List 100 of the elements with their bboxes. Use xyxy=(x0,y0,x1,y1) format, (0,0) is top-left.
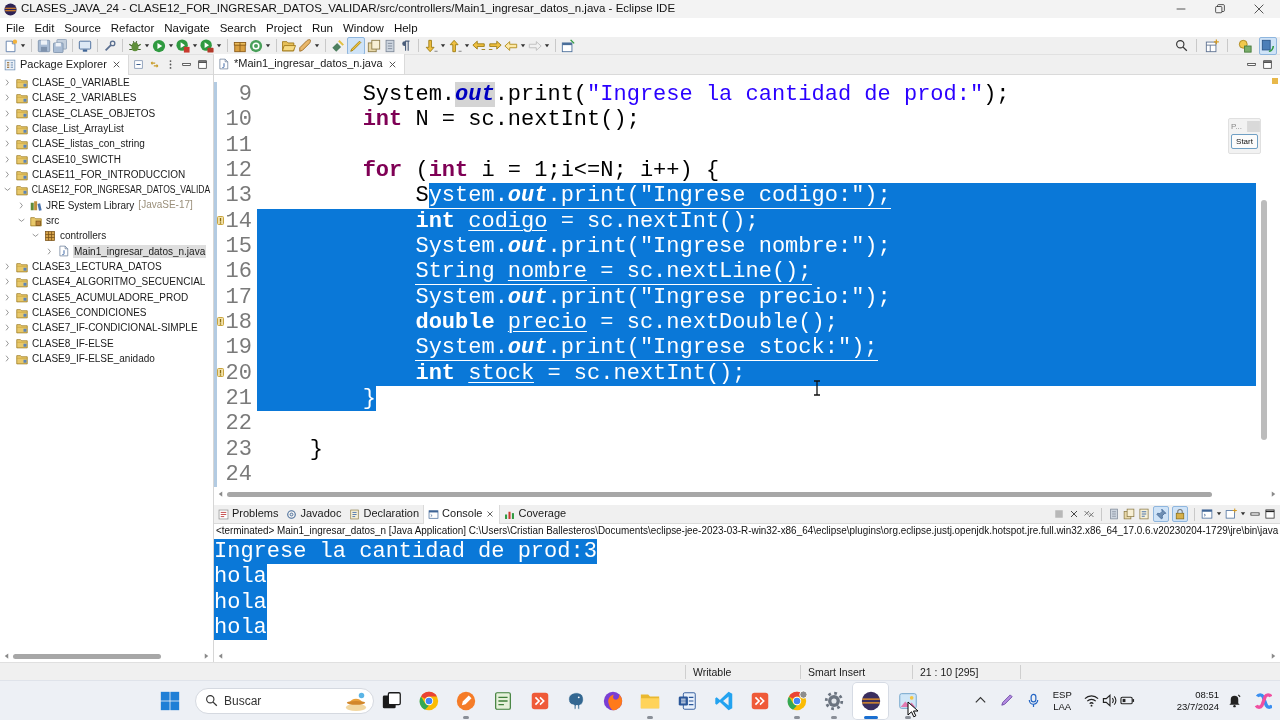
view-tab[interactable]: Package Explorer xyxy=(0,55,129,75)
editor-tab[interactable]: *Main1_ingresar_datos_n.java xyxy=(214,54,405,74)
tree-item-label[interactable]: Main1_ingresar_datos_n.java xyxy=(73,244,207,258)
panel-tab[interactable]: Console xyxy=(423,504,501,524)
chevron-right-icon[interactable] xyxy=(3,124,12,134)
tree-item-label[interactable]: CLASE_0_VARIABLE xyxy=(31,76,131,90)
chevron-right-icon[interactable] xyxy=(3,292,12,302)
maximize-icon[interactable] xyxy=(1264,508,1276,520)
tree-item-label[interactable]: CLASE9_IF-ELSE_anidado xyxy=(31,352,156,366)
chevron-right-icon[interactable] xyxy=(45,246,54,256)
chevron-right-icon[interactable] xyxy=(3,323,12,333)
bug-icon[interactable] xyxy=(128,38,142,53)
run-icon[interactable] xyxy=(152,38,166,53)
scroll-left-icon[interactable] xyxy=(3,651,10,661)
angled-ribbon-icon[interactable] xyxy=(712,689,735,712)
scrollbar-thumb[interactable] xyxy=(227,491,1212,497)
menu-item[interactable]: Source xyxy=(59,19,106,36)
circle-square-icon[interactable] xyxy=(1238,38,1252,53)
chevron-right-icon[interactable] xyxy=(17,200,26,210)
settings-icon[interactable] xyxy=(822,689,845,712)
panel-tab[interactable]: Problems xyxy=(214,504,283,524)
maximize-icon[interactable] xyxy=(197,59,208,70)
stylus-icon[interactable] xyxy=(998,693,1014,708)
restore-icon[interactable] xyxy=(1214,4,1225,14)
scrollbar-thumb[interactable] xyxy=(1261,200,1267,440)
tree-item-label[interactable]: CLASE_CLASE_OBJETOS xyxy=(31,106,157,120)
panel-tab[interactable]: Declaration xyxy=(345,504,424,524)
tree-item-label[interactable]: CLASE5_ACUMULADORE_PROD xyxy=(31,290,190,304)
tree-item-label[interactable]: CLASE6_CONDICIONES xyxy=(31,306,148,320)
chevron-right-icon[interactable] xyxy=(3,354,12,364)
keyboard-layout-label[interactable]: LAA xyxy=(1052,700,1072,713)
tree-item-label[interactable]: CLASE8_IF-ELSE xyxy=(31,336,115,350)
document-icon[interactable] xyxy=(1108,508,1120,520)
scroll-left-icon[interactable] xyxy=(217,489,224,499)
monitor-icon[interactable] xyxy=(1201,508,1213,520)
tricolor-circle-icon[interactable] xyxy=(418,689,441,712)
chevron-right-icon[interactable] xyxy=(3,277,12,287)
play-box-icon[interactable] xyxy=(176,38,190,53)
notification-bell-icon[interactable] xyxy=(1227,693,1242,708)
paragraph-mark-icon[interactable] xyxy=(399,38,413,53)
tree-item-label[interactable]: CLASE7_IF-CONDICIONAL-SIMPLE xyxy=(31,321,199,335)
scroll-right-icon[interactable] xyxy=(203,651,210,661)
tree-item-label[interactable]: JRE System Library xyxy=(45,198,136,212)
tricolor-circle-icon[interactable] xyxy=(786,689,809,712)
swirl-icon[interactable] xyxy=(1254,691,1272,710)
arrow-left-icon[interactable] xyxy=(472,38,486,53)
scroll-left-icon[interactable] xyxy=(217,651,224,661)
menu-item[interactable]: Refactor xyxy=(105,19,160,36)
ring-circle-icon[interactable] xyxy=(249,38,263,53)
menu-item[interactable]: Edit xyxy=(29,19,60,36)
menu-item[interactable]: Help xyxy=(388,19,423,36)
scroll-right-icon[interactable] xyxy=(1270,489,1277,499)
tree-item-label[interactable]: CLASE11_FOR_INTRODUCCION xyxy=(31,168,187,182)
arrow-up-icon[interactable] xyxy=(448,38,462,53)
menu-item[interactable]: Project xyxy=(261,19,307,36)
open-folder-icon[interactable] xyxy=(282,38,296,53)
new-file-icon[interactable] xyxy=(4,38,18,53)
menu-item[interactable]: File xyxy=(1,19,30,36)
scrollbar-thumb[interactable] xyxy=(13,653,161,659)
striped-globe-icon[interactable] xyxy=(859,689,882,712)
wifi-icon[interactable] xyxy=(1083,693,1099,708)
start-button[interactable]: Start xyxy=(1231,134,1258,149)
menu-item[interactable]: Search xyxy=(214,19,262,36)
chevron-right-icon[interactable] xyxy=(3,139,12,149)
panel-tab[interactable]: Javadoc xyxy=(282,504,346,524)
remove-icon[interactable] xyxy=(1068,508,1080,520)
chevron-right-icon[interactable] xyxy=(3,93,12,103)
language-label[interactable]: ESP xyxy=(1052,688,1072,701)
clock-time[interactable]: 08:51 xyxy=(1195,688,1219,701)
document-icon[interactable] xyxy=(383,38,397,53)
eraser-icon[interactable] xyxy=(331,38,345,53)
save-all-icon[interactable] xyxy=(53,38,67,53)
overview-marker-icon[interactable] xyxy=(1272,78,1278,84)
tree-item-label[interactable]: src xyxy=(45,214,61,228)
chevron-right-icon[interactable] xyxy=(3,262,12,272)
link-arrows-icon[interactable] xyxy=(149,59,160,70)
tree-item-label[interactable]: CLASE3_LECTURA_DATOS xyxy=(31,260,163,274)
remove-all-icon[interactable] xyxy=(1083,508,1095,520)
clock-date[interactable]: 23/7/2024 xyxy=(1176,700,1219,713)
save-icon[interactable] xyxy=(37,38,51,53)
windows-start-icon[interactable] xyxy=(160,690,180,711)
panel-tab[interactable]: Coverage xyxy=(500,504,571,524)
tree-item-label[interactable]: Clase_List_ArrayList xyxy=(31,122,125,136)
capsule-icon[interactable] xyxy=(298,38,312,53)
chevron-right-icon[interactable] xyxy=(3,154,12,164)
chevron-right-icon[interactable] xyxy=(3,78,12,88)
tree-item-label[interactable]: CLASE10_SWICTH xyxy=(31,152,122,166)
flame-globe-icon[interactable] xyxy=(602,689,625,712)
close-icon[interactable] xyxy=(1253,4,1264,14)
open-perspective-icon[interactable] xyxy=(1205,38,1219,53)
collapse-all-icon[interactable] xyxy=(133,59,144,70)
menu-item[interactable]: Navigate xyxy=(159,19,215,36)
active-app-button[interactable] xyxy=(852,681,890,720)
documents-icon[interactable] xyxy=(367,38,381,53)
chevron-right-icon[interactable] xyxy=(3,308,12,318)
menu-item[interactable]: Window xyxy=(338,19,389,36)
tree-item-label[interactable]: controllers xyxy=(59,229,108,243)
documents-icon[interactable] xyxy=(1123,508,1135,520)
arrow-down-icon[interactable] xyxy=(424,38,438,53)
tree-item-label[interactable]: CLASE_2_VARIABLES xyxy=(31,91,138,105)
